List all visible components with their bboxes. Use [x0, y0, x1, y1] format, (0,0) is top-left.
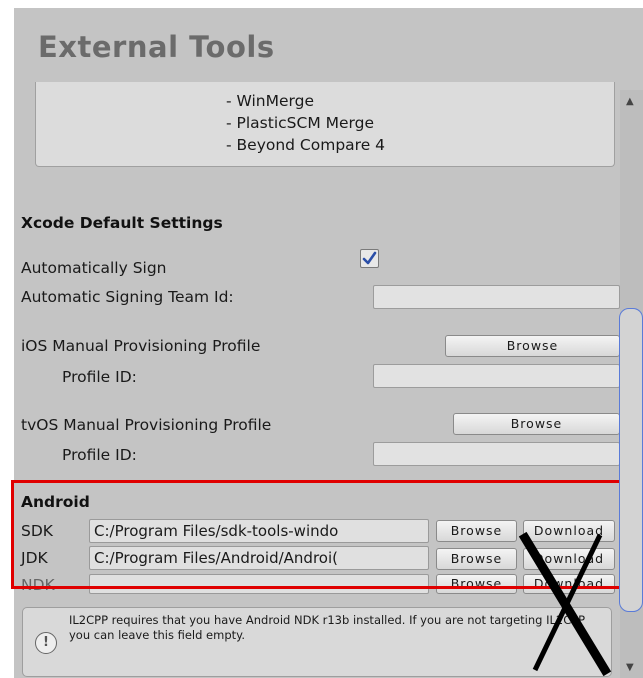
il2cpp-info-text: IL2CPP requires that you have Android ND… — [69, 613, 586, 642]
merge-tool-item: - PlasticSCM Merge — [226, 114, 374, 132]
ios-profile-browse-button[interactable]: Browse — [445, 335, 620, 357]
info-icon: ! — [35, 632, 57, 654]
jdk-browse-button[interactable]: Browse — [436, 548, 517, 570]
ndk-download-button[interactable]: Download — [523, 574, 615, 594]
jdk-label: JDK — [21, 549, 48, 567]
jdk-path-field[interactable]: C:/Program Files/Android/Androi( — [89, 546, 429, 570]
ndk-browse-button[interactable]: Browse — [436, 574, 517, 594]
automatically-sign-label: Automatically Sign — [21, 259, 167, 277]
xcode-settings-heading: Xcode Default Settings — [21, 214, 223, 232]
il2cpp-info-box: ! IL2CPP requires that you have Android … — [22, 607, 612, 677]
scroll-up-arrow-icon[interactable]: ▲ — [626, 96, 634, 107]
automatically-sign-checkbox[interactable] — [360, 249, 379, 268]
tvos-profile-id-label: Profile ID: — [62, 446, 137, 464]
scrollbar-thumb[interactable] — [619, 308, 643, 612]
sdk-label: SDK — [21, 522, 53, 540]
ios-profile-id-label: Profile ID: — [62, 368, 137, 386]
ios-profile-id-field[interactable] — [373, 364, 620, 388]
team-id-field[interactable] — [373, 285, 620, 309]
tvos-profile-label: tvOS Manual Provisioning Profile — [21, 416, 272, 434]
sdk-browse-button[interactable]: Browse — [436, 520, 517, 542]
tvos-profile-browse-button[interactable]: Browse — [453, 413, 620, 435]
android-heading: Android — [21, 493, 90, 511]
jdk-download-button[interactable]: Download — [523, 548, 615, 570]
team-id-label: Automatic Signing Team Id: — [21, 288, 234, 306]
ndk-label: NDK — [21, 576, 55, 594]
merge-tools-box: - WinMerge - PlasticSCM Merge - Beyond C… — [35, 82, 615, 167]
tvos-profile-id-field[interactable] — [373, 442, 620, 466]
ndk-path-field[interactable] — [89, 574, 429, 594]
checkmark-icon — [362, 251, 377, 265]
scroll-down-arrow-icon[interactable]: ▼ — [626, 662, 634, 673]
sdk-download-button[interactable]: Download — [523, 520, 615, 542]
merge-tool-item: - Beyond Compare 4 — [226, 136, 386, 154]
sdk-path-field[interactable]: C:/Program Files/sdk-tools-windo — [89, 519, 429, 543]
page-title: External Tools — [38, 30, 275, 64]
ios-profile-label: iOS Manual Provisioning Profile — [21, 337, 261, 355]
merge-tool-item: - WinMerge — [226, 92, 315, 110]
